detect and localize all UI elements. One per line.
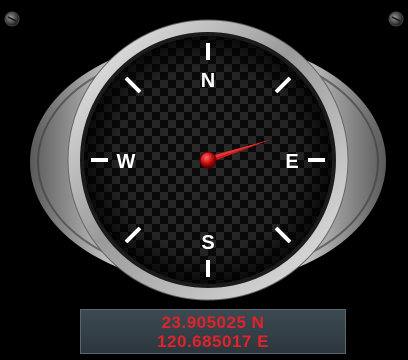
location-readout: 23.905025 N 120.685017 E (80, 309, 346, 354)
label-north: N (201, 70, 215, 92)
needle-hub (199, 151, 217, 169)
longitude-readout: 120.685017 E (157, 332, 269, 351)
screw-icon-right (388, 11, 404, 27)
latitude-readout: 23.905025 N (161, 313, 265, 332)
label-west: W (117, 151, 136, 173)
screw-icon-left (4, 11, 20, 27)
label-south: S (201, 232, 214, 254)
label-east: E (285, 151, 298, 173)
compass-widget: N S W E (4, 11, 404, 301)
